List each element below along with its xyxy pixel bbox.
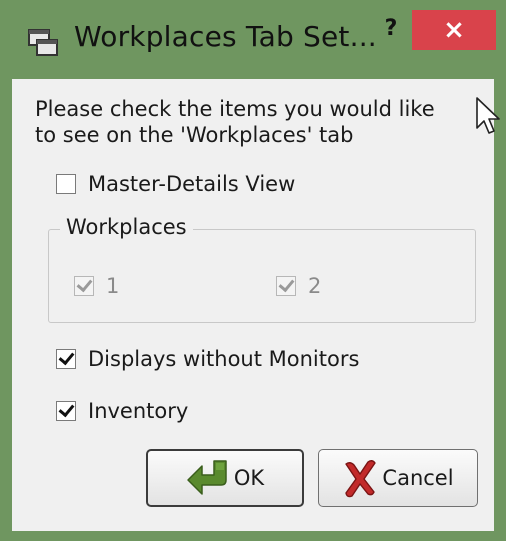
workplace-2-option: 2 <box>276 274 321 298</box>
mouse-pointer-icon <box>476 97 500 134</box>
cancel-button[interactable]: Cancel <box>318 449 478 507</box>
instructions-text: Please check the items you would like to… <box>35 96 465 148</box>
cancel-label: Cancel <box>382 466 454 490</box>
instructions-line-1: Please check the items you would like <box>35 97 435 121</box>
displays-without-monitors-label: Displays without Monitors <box>88 347 360 371</box>
inventory-label: Inventory <box>88 399 189 423</box>
inventory-option[interactable]: Inventory <box>56 399 188 423</box>
instructions-line-2: to see on the 'Workplaces' tab <box>35 123 354 147</box>
workplace-2-label: 2 <box>308 274 322 298</box>
master-details-option[interactable]: Master-Details View <box>56 172 295 196</box>
master-details-label: Master-Details View <box>88 172 296 196</box>
ok-label: OK <box>233 466 265 490</box>
help-button[interactable]: ? <box>380 12 402 46</box>
green-arrow-icon <box>187 460 227 495</box>
close-button[interactable]: × <box>412 10 496 50</box>
ok-button[interactable]: OK <box>146 449 304 507</box>
inventory-checkbox[interactable] <box>56 401 76 421</box>
displays-without-monitors-option[interactable]: Displays without Monitors <box>56 347 359 371</box>
master-details-checkbox[interactable] <box>56 174 76 194</box>
title-bar[interactable]: Workplaces Tab Set... ? × <box>0 0 506 80</box>
workplace-2-checkbox <box>276 276 296 296</box>
displays-without-monitors-checkbox[interactable] <box>56 349 76 369</box>
red-x-icon <box>345 460 377 498</box>
workplace-1-option: 1 <box>74 274 119 298</box>
workplace-1-label: 1 <box>106 274 120 298</box>
workplaces-group-title: Workplaces <box>60 215 193 239</box>
dialog-window: Workplaces Tab Set... ? × Please check t… <box>0 0 506 541</box>
window-title: Workplaces Tab Set... <box>74 20 377 53</box>
app-icon <box>28 29 58 56</box>
workplace-1-checkbox <box>74 276 94 296</box>
